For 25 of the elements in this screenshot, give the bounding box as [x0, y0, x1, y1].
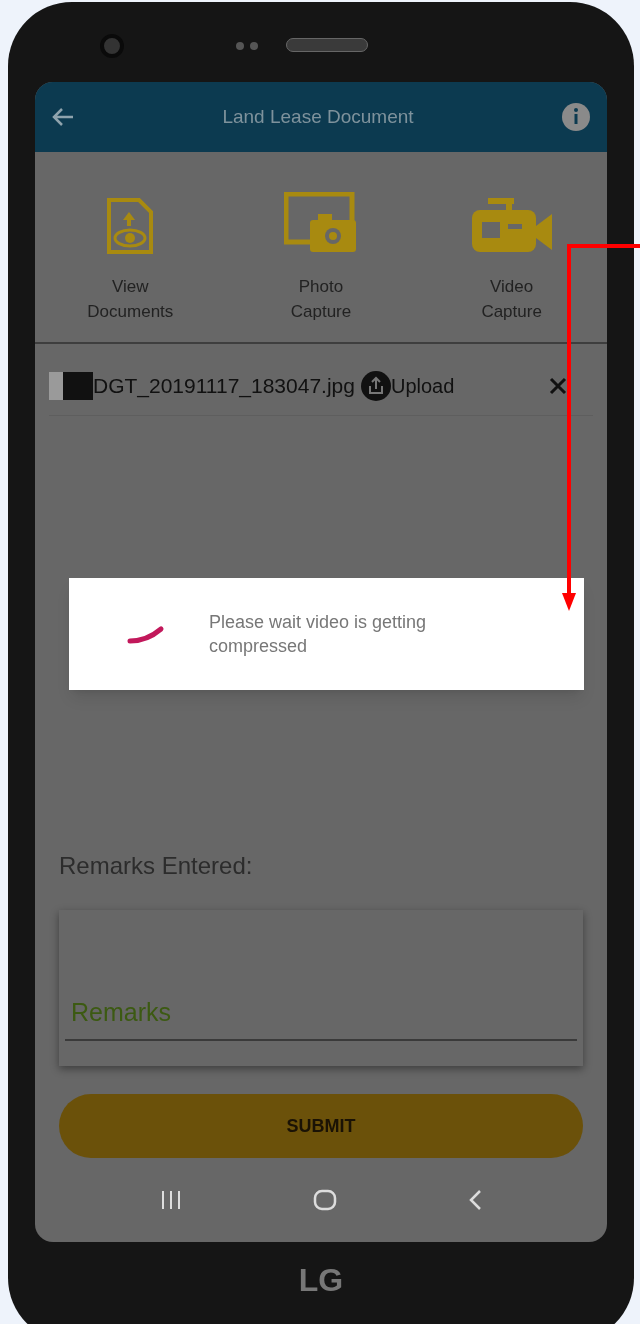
submit-button[interactable]: SUBMIT: [59, 1094, 583, 1158]
video-camera-icon: [469, 196, 554, 254]
action-button[interactable]: View Documents: [45, 188, 216, 324]
home-icon[interactable]: [313, 1189, 337, 1211]
recent-apps-icon[interactable]: [160, 1189, 183, 1211]
remarks-label: Remarks Entered:: [59, 851, 254, 881]
image-thumbnail: [49, 371, 93, 400]
document-eye-icon: [105, 198, 156, 254]
upload-icon: [360, 370, 391, 401]
remarks-field[interactable]: Remarks: [65, 985, 577, 1041]
back-icon[interactable]: [467, 1189, 482, 1211]
header-title: Land Lease Document: [221, 104, 415, 129]
file-name: DGT_20191117_183047.jpg: [93, 372, 355, 400]
upload-button[interactable]: Upload: [360, 370, 455, 401]
front-camera-icon: [100, 34, 124, 58]
dialog-message: Please wait video is getting compressed: [209, 611, 428, 658]
close-icon[interactable]: [549, 376, 567, 395]
action-button[interactable]: Video Capture: [426, 188, 597, 324]
camera-window-icon: [284, 192, 358, 254]
loading-spinner-icon: [127, 623, 165, 645]
action-button[interactable]: Photo Capture: [236, 188, 406, 324]
info-icon[interactable]: [561, 102, 591, 132]
sensor-dots-icon: [236, 42, 258, 50]
brand-logo: LG: [298, 1261, 344, 1300]
back-arrow-icon[interactable]: [51, 107, 75, 127]
